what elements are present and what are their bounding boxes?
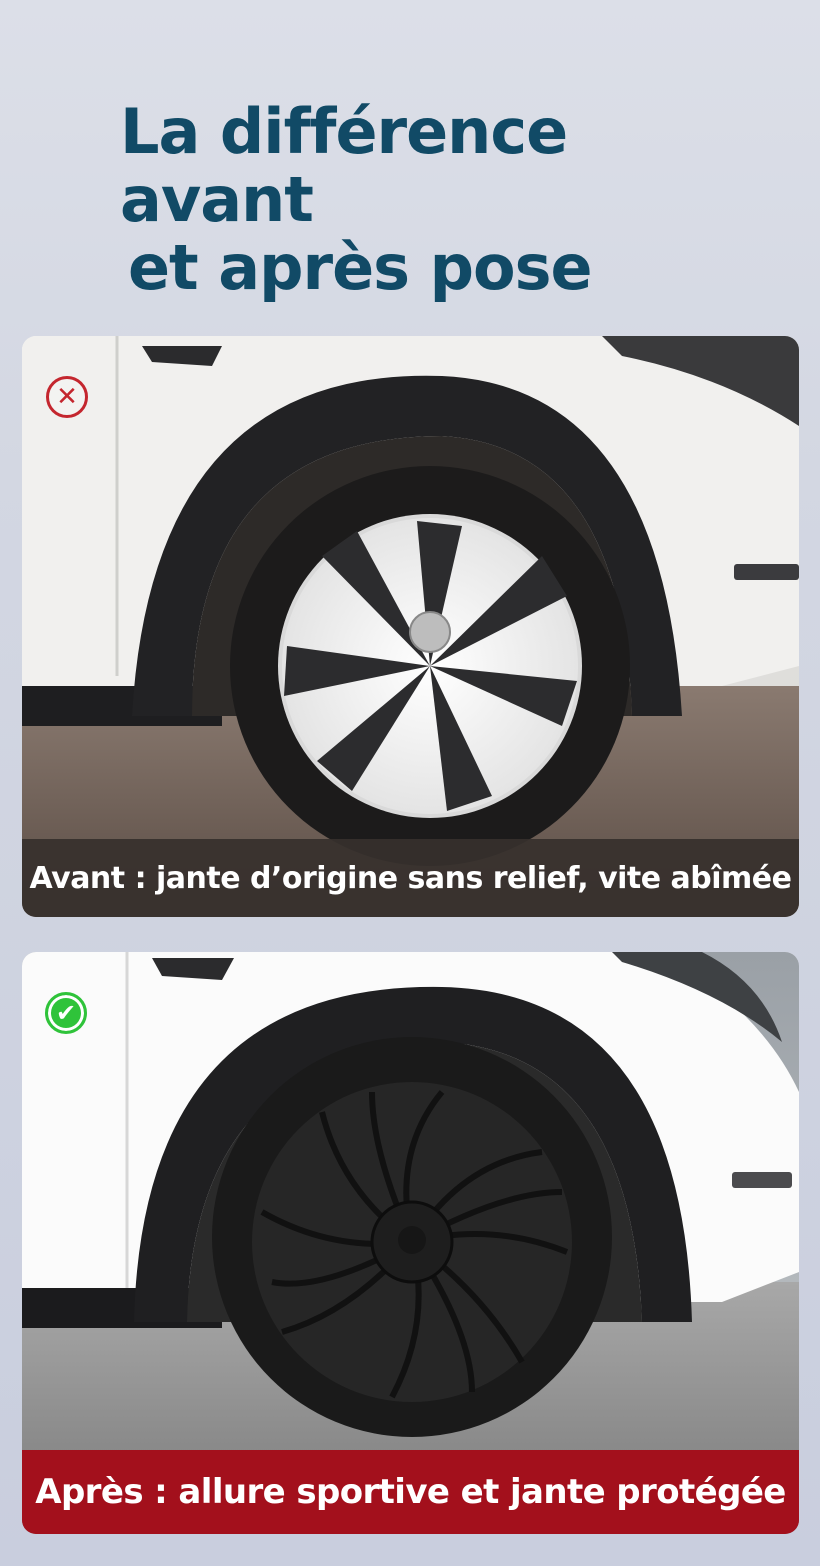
title-line-1: La différence avant [120, 95, 568, 236]
center-cap-shape [398, 1226, 426, 1254]
hub-cap-shape [409, 611, 451, 653]
cross-circle-icon: ✕ [46, 376, 88, 418]
check-circle-icon: ✔ [45, 992, 87, 1034]
after-car-illustration [22, 952, 799, 1534]
title-line-2: et après pose [128, 231, 593, 304]
after-photo-panel: ✔ Après : allure sportive et jante proté… [22, 952, 799, 1534]
before-car-illustration [22, 336, 799, 917]
before-photo-panel: ✕ Avant : jante d’origine sans relief, v… [22, 336, 799, 917]
after-caption: Après : allure sportive et jante protégé… [22, 1450, 799, 1534]
page-title: La différence avant et après pose [120, 98, 760, 302]
before-caption: Avant : jante d’origine sans relief, vit… [22, 839, 799, 917]
